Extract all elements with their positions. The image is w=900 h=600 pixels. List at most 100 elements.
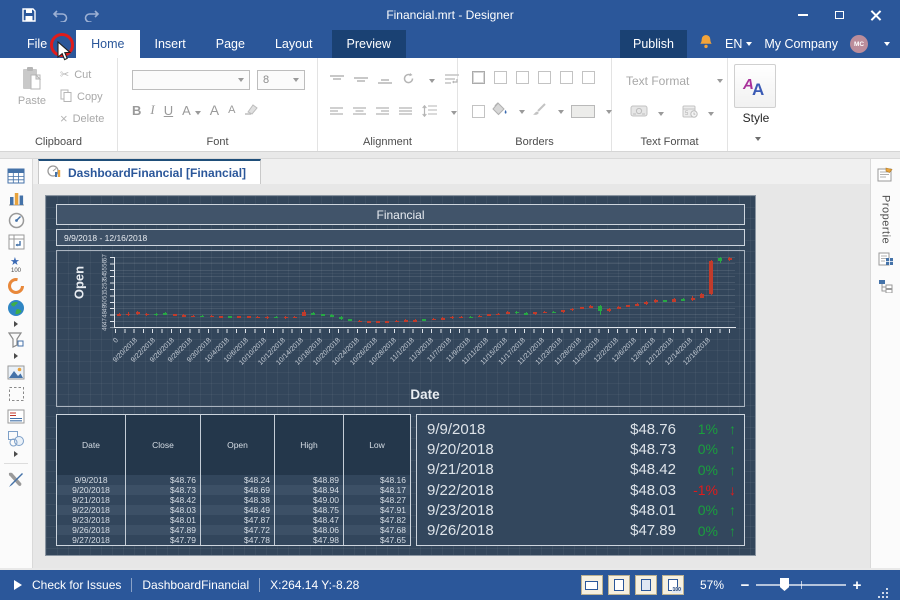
border-left-button[interactable] [560,71,573,84]
shrink-font-button[interactable]: A [228,104,235,116]
line-spacing-icon[interactable] [422,104,437,122]
text-format-dropdown[interactable]: Text Format [626,74,723,88]
progress-tool[interactable] [3,275,29,297]
align-right-icon[interactable] [376,104,389,122]
price-ticker-list[interactable]: 9/9/2018$48.761%↑9/20/2018$48.730%↑9/21/… [416,414,745,546]
fill-chevron-icon[interactable] [519,110,525,114]
clear-format-icon[interactable] [244,103,258,118]
account-name[interactable]: My Company [764,37,838,51]
text-tool[interactable] [3,405,29,427]
border-color-swatch[interactable] [571,105,595,118]
zoom-page-width-button[interactable] [581,575,603,595]
font-size-combo[interactable]: 8 [257,70,305,90]
border-inside-button[interactable] [538,71,551,84]
currency-chevron-icon[interactable] [658,112,664,116]
font-color-button[interactable]: A [182,103,201,118]
report-tree-panel-icon[interactable] [878,279,894,298]
indicator-tool[interactable]: ★100 [3,253,29,275]
rotate-text-icon[interactable] [402,72,415,90]
tab-page[interactable]: Page [201,30,260,58]
close-button[interactable] [862,5,888,25]
border-right-button[interactable] [582,71,595,84]
fill-color-icon[interactable] [492,102,508,121]
maximize-button[interactable] [826,5,852,25]
table-tool[interactable] [3,165,29,187]
align-center-icon[interactable] [353,104,366,122]
border-outside-button[interactable] [516,71,529,84]
paste-button[interactable]: Paste [12,66,52,107]
save-icon[interactable] [22,8,36,22]
check-issues-play-icon[interactable] [14,580,22,590]
zoom-slider[interactable] [756,584,846,586]
undo-icon[interactable] [52,9,68,22]
document-tab[interactable]: DashboardFinancial [Financial] [38,159,261,185]
statusbar-document-name[interactable]: DashboardFinancial [142,578,249,592]
align-middle-icon[interactable] [354,72,368,90]
dashboard-page[interactable]: Financial 9/9/2018 - 12/16/2018 Open 464… [45,195,756,556]
rotate-chevron-icon[interactable] [429,79,435,83]
bold-button[interactable]: B [132,103,141,118]
properties-panel-icon[interactable] [877,167,894,187]
language-selector[interactable]: EN [725,37,752,51]
data-table[interactable]: DateCloseOpenHighLow 9/9/2018$48.76$48.2… [56,414,411,546]
copy-button[interactable]: Copy [60,88,104,105]
style-chevron-icon[interactable] [728,128,784,146]
underline-button[interactable]: U [164,103,173,118]
line-spacing-chevron-icon[interactable] [451,111,457,115]
tab-preview[interactable]: Preview [332,30,406,58]
tab-layout[interactable]: Layout [260,30,328,58]
bell-icon[interactable] [699,34,713,54]
check-for-issues[interactable]: Check for Issues [32,578,121,592]
delete-button[interactable]: ×Delete [60,110,104,127]
redo-icon[interactable] [84,9,100,22]
expand-arrow-icon[interactable] [14,321,18,327]
align-bottom-icon[interactable] [378,72,392,90]
brush-chevron-icon[interactable] [558,110,564,114]
style-button[interactable]: AA [734,64,776,108]
pivot-table-tool[interactable] [3,231,29,253]
align-top-icon[interactable] [330,72,344,90]
expand-arrow-icon[interactable] [14,353,18,359]
resize-grip[interactable] [878,588,890,600]
border-none-button[interactable] [494,71,507,84]
panel-tool[interactable] [3,383,29,405]
brush-icon[interactable] [532,103,547,121]
cut-button[interactable]: ✂Cut [60,66,104,83]
tab-home[interactable]: Home [76,30,139,58]
border-top-button[interactable] [472,105,485,118]
dictionary-panel-icon[interactable] [878,252,894,271]
zoom-in-button[interactable]: + [850,577,864,594]
border-all-button[interactable] [472,71,485,84]
datetime-chevron-icon[interactable] [708,112,714,116]
properties-tab[interactable]: Propertie [880,195,892,244]
zoom-page-height-button[interactable] [608,575,630,595]
gauge-tool[interactable] [3,209,29,231]
zoom-slider-thumb[interactable] [780,578,789,591]
chart-tool[interactable] [3,187,29,209]
shape-tool[interactable] [3,427,29,449]
map-tool[interactable] [3,297,29,319]
zoom-whole-page-button[interactable] [635,575,657,595]
dashboard-title[interactable]: Financial [56,204,745,225]
account-chevron-down-icon[interactable] [884,42,890,46]
minimize-button[interactable] [790,5,816,25]
image-tool[interactable] [3,361,29,383]
tab-insert[interactable]: Insert [140,30,201,58]
font-family-combo[interactable] [132,70,250,90]
datetime-format-icon[interactable]: 5 [682,104,698,123]
italic-button[interactable]: I [150,102,154,118]
grow-font-button[interactable]: A [210,102,219,118]
zoom-out-button[interactable]: − [738,577,752,594]
expand-arrow-icon[interactable] [14,451,18,457]
zoom-100-button[interactable]: 100 [662,575,684,595]
tools-tool[interactable] [3,468,29,490]
filter-tool[interactable] [3,329,29,351]
candlestick-chart[interactable]: Open 464748495051525354555657 09/20/2018… [56,250,745,407]
avatar[interactable]: MC [850,35,868,53]
publish-button[interactable]: Publish [620,30,687,58]
currency-format-icon[interactable] [630,105,648,123]
design-canvas[interactable]: Financial 9/9/2018 - 12/16/2018 Open 464… [33,184,870,568]
date-range-element[interactable]: 9/9/2018 - 12/16/2018 [56,229,745,246]
align-left-icon[interactable] [330,104,343,122]
justify-icon[interactable] [399,104,412,122]
